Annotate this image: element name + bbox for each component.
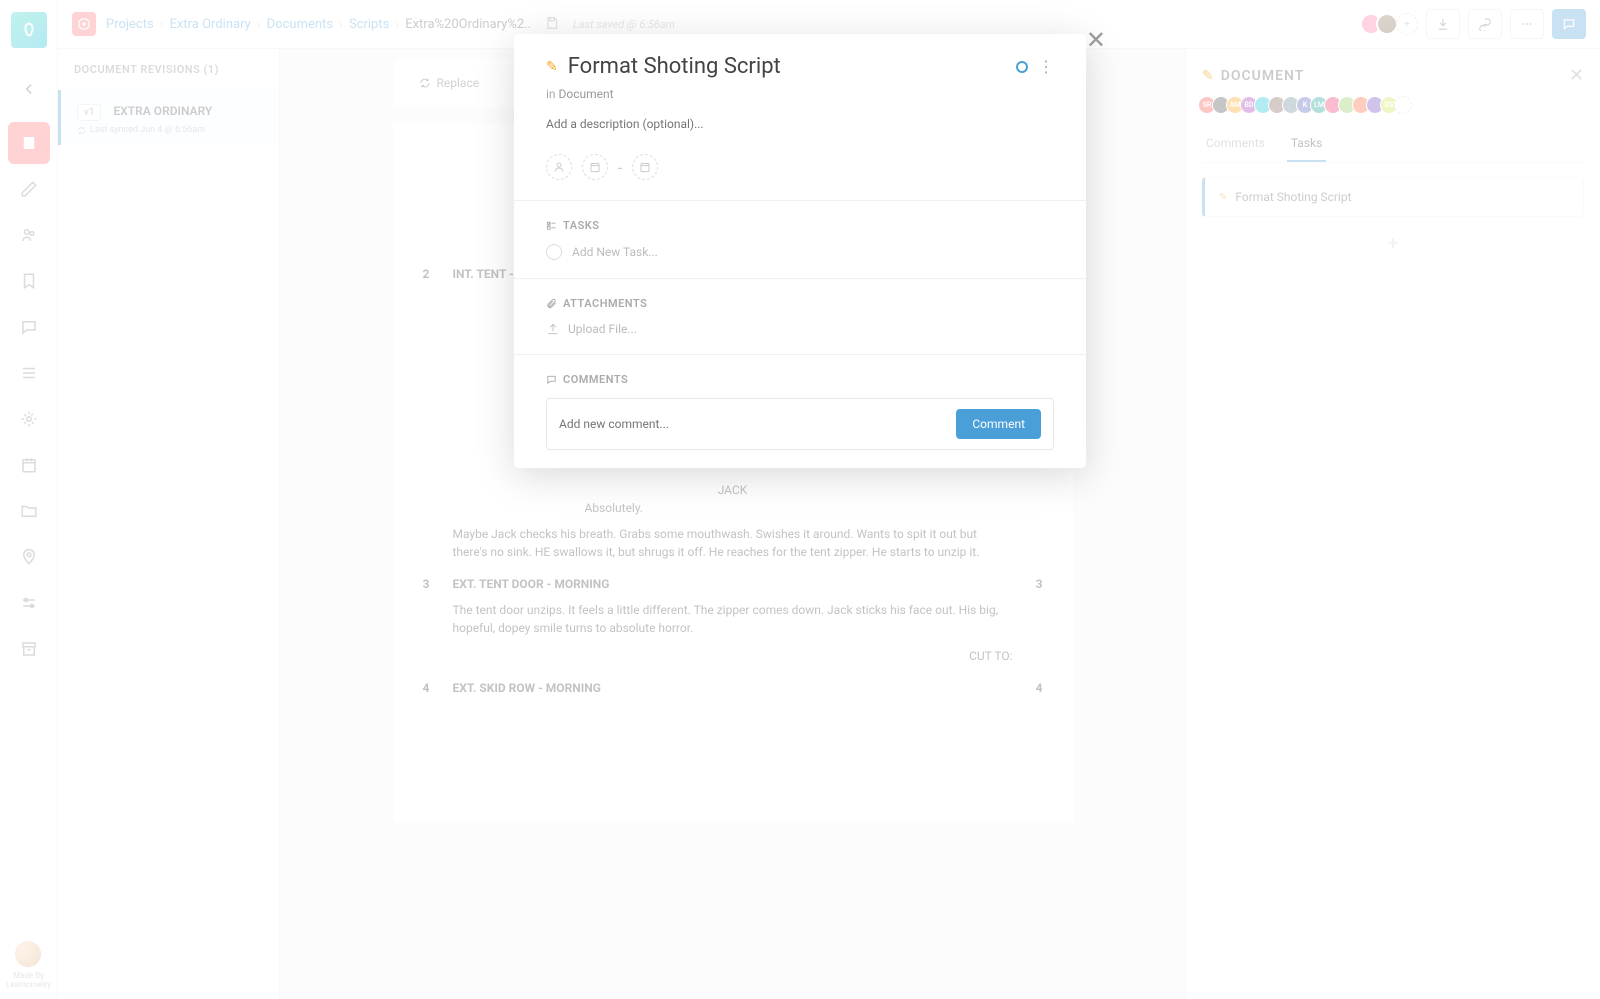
date-row: - [514, 146, 1086, 200]
more-icon[interactable]: ⋮ [1038, 57, 1054, 76]
description-input[interactable] [546, 117, 1054, 131]
comment-icon [546, 374, 557, 385]
tasks-section-label: TASKS [546, 219, 1054, 232]
end-date-picker[interactable] [632, 154, 658, 180]
task-checkbox[interactable] [546, 244, 562, 260]
upload-icon [546, 322, 560, 336]
modal-location-link[interactable]: Document [559, 87, 614, 101]
comment-input[interactable] [559, 417, 956, 431]
comment-button[interactable]: Comment [956, 409, 1041, 439]
upload-file-button[interactable]: Upload File... [546, 322, 1054, 336]
date-separator: - [618, 158, 622, 177]
attachments-section-label: ATTACHMENTS [546, 297, 1054, 310]
modal-location: in Document [514, 87, 1086, 109]
checklist-icon [546, 220, 557, 231]
add-new-task-input[interactable]: Add New Task... [546, 244, 1054, 260]
pencil-icon: ✎ [546, 59, 558, 75]
comment-box: Comment [546, 398, 1054, 450]
paperclip-icon [546, 298, 557, 309]
start-date-picker[interactable] [582, 154, 608, 180]
status-toggle[interactable] [1016, 61, 1028, 73]
assignee-picker[interactable] [546, 154, 572, 180]
close-icon[interactable]: ✕ [1086, 26, 1106, 54]
task-modal: ✕ ✎ Format Shoting Script ⋮ in Document … [514, 34, 1086, 468]
modal-title[interactable]: Format Shoting Script [568, 54, 1006, 79]
comments-section-label: COMMENTS [546, 373, 1054, 386]
modal-overlay[interactable]: ✕ ✎ Format Shoting Script ⋮ in Document … [0, 0, 1600, 999]
